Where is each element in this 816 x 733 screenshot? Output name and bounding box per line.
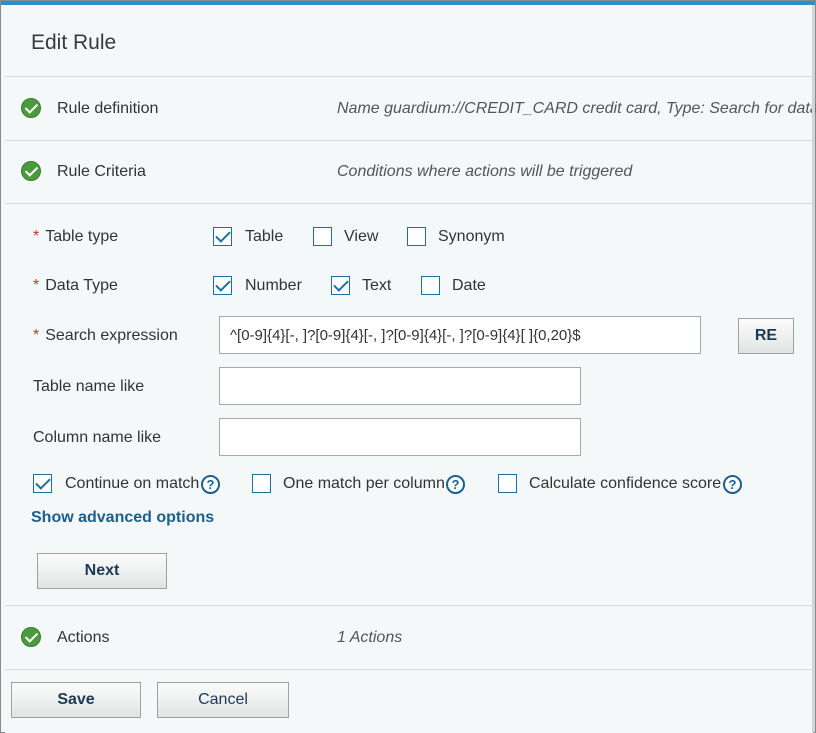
- one-match-per-column-label: One match per column: [283, 475, 445, 492]
- section-label: Actions: [57, 629, 110, 646]
- search-expression-input[interactable]: [219, 316, 701, 354]
- table-name-like-label: Table name like: [33, 378, 145, 395]
- check-circle-icon: [21, 161, 41, 181]
- data-type-label: * Data Type: [33, 277, 118, 294]
- section-description: 1 Actions: [337, 629, 403, 646]
- regex-button[interactable]: RE: [738, 318, 794, 354]
- synonym-checkbox-label: Synonym: [438, 228, 505, 245]
- table-name-like-input[interactable]: [219, 367, 581, 405]
- date-checkbox-label: Date: [452, 277, 486, 294]
- help-icon[interactable]: ?: [201, 475, 220, 494]
- section-label: Rule Criteria: [57, 163, 146, 180]
- section-description: Conditions where actions will be trigger…: [337, 163, 633, 180]
- column-name-like-label: Column name like: [33, 429, 162, 446]
- section-description: Name guardium://CREDIT_CARD credit card,…: [337, 100, 816, 117]
- criteria-form: * Table type Table View Synonym * Data Typ…: [5, 204, 813, 606]
- view-checkbox[interactable]: [313, 227, 332, 246]
- column-name-like-input[interactable]: [219, 418, 581, 456]
- synonym-checkbox[interactable]: [407, 227, 426, 246]
- text-checkbox-label: Text: [362, 277, 392, 294]
- cancel-button[interactable]: Cancel: [157, 682, 289, 718]
- date-checkbox[interactable]: [421, 276, 440, 295]
- help-icon[interactable]: ?: [723, 475, 742, 494]
- table-type-label: * Table type: [33, 228, 119, 245]
- text-checkbox[interactable]: [331, 276, 350, 295]
- next-button[interactable]: Next: [37, 553, 167, 589]
- required-marker: *: [33, 228, 40, 245]
- section-actions[interactable]: Actions 1 Actions: [5, 607, 813, 670]
- required-marker: *: [33, 277, 40, 294]
- search-expression-label: * Search expression: [33, 327, 178, 344]
- dialog-header: Edit Rule: [5, 5, 813, 77]
- show-advanced-options-link[interactable]: Show advanced options: [31, 509, 214, 527]
- table-checkbox-label: Table: [245, 228, 284, 245]
- dialog-footer: Save Cancel: [5, 670, 813, 733]
- save-button[interactable]: Save: [11, 682, 141, 718]
- check-circle-icon: [21, 627, 41, 647]
- required-marker: *: [33, 327, 40, 344]
- calculate-confidence-score-label: Calculate confidence score: [529, 475, 722, 492]
- edit-rule-dialog: Edit Rule Rule definition Name guardium:…: [0, 0, 816, 733]
- calculate-confidence-score-checkbox[interactable]: [498, 474, 517, 493]
- continue-on-match-label: Continue on match: [65, 475, 200, 492]
- view-checkbox-label: View: [344, 228, 379, 245]
- number-checkbox[interactable]: [213, 276, 232, 295]
- dialog-title: Edit Rule: [31, 31, 117, 54]
- number-checkbox-label: Number: [245, 277, 302, 294]
- section-label: Rule definition: [57, 100, 159, 117]
- section-rule-definition[interactable]: Rule definition Name guardium://CREDIT_C…: [5, 78, 816, 141]
- help-icon[interactable]: ?: [446, 475, 465, 494]
- continue-on-match-checkbox[interactable]: [33, 474, 52, 493]
- table-checkbox[interactable]: [213, 227, 232, 246]
- section-rule-criteria[interactable]: Rule Criteria Conditions where actions w…: [5, 141, 813, 204]
- check-circle-icon: [21, 98, 41, 118]
- one-match-per-column-checkbox[interactable]: [252, 474, 271, 493]
